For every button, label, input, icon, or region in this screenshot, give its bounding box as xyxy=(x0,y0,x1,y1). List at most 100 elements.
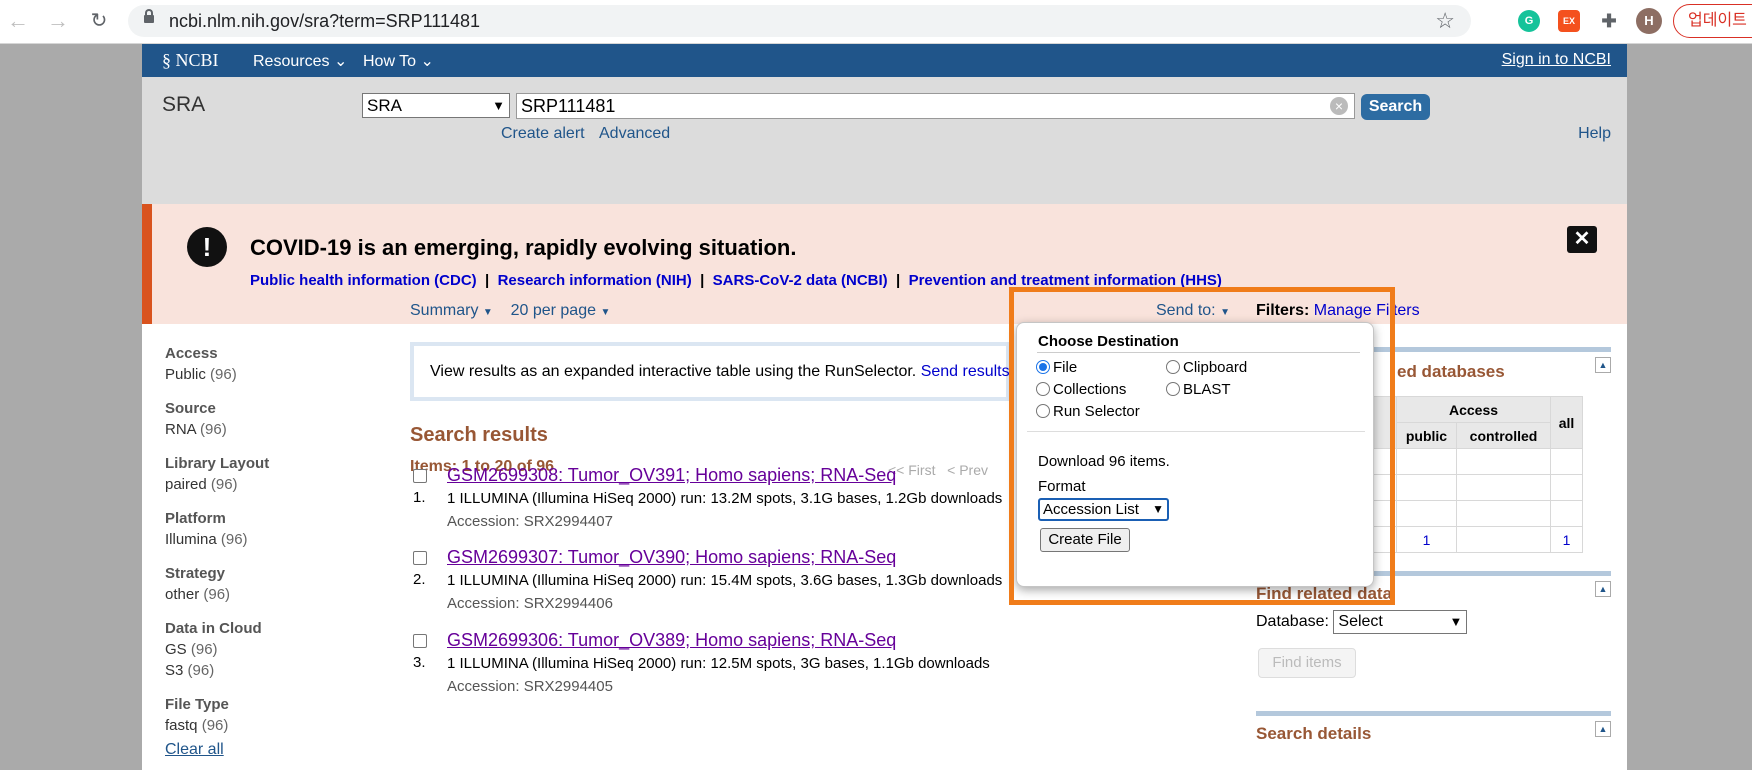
database-select-value: Select xyxy=(1338,613,1383,630)
send-results-link[interactable]: Send results xyxy=(921,363,1010,380)
signin-link[interactable]: Sign in to NCBI xyxy=(1502,51,1611,69)
howto-menu[interactable]: How To ⌄ xyxy=(363,51,434,71)
update-button[interactable]: 업데이트 xyxy=(1673,4,1752,38)
facet-value[interactable]: paired (96) xyxy=(165,474,345,495)
facet-strategy: Strategy other (96) xyxy=(165,564,345,605)
ncbi-logo[interactable]: § NCBI xyxy=(162,50,219,71)
database-select[interactable]: SRA ▼ xyxy=(362,93,510,118)
table-header-all: all xyxy=(1550,396,1583,449)
result-checkbox[interactable] xyxy=(413,469,427,483)
facet-value[interactable]: other (96) xyxy=(165,584,345,605)
database-label: Database: xyxy=(1256,613,1329,631)
result-description: 1 ILLUMINA (Illumina HiSeq 2000) run: 12… xyxy=(447,655,990,672)
ncbi-topbar: § NCBI Resources ⌄ How To ⌄ Sign in to N… xyxy=(142,44,1627,77)
facet-value[interactable]: RNA (96) xyxy=(165,419,345,440)
clear-icon[interactable]: × xyxy=(1330,97,1348,115)
result-title-link[interactable]: GSM2699306: Tumor_OV389; Homo sapiens; R… xyxy=(447,630,896,651)
forward-icon[interactable]: → xyxy=(46,9,70,33)
divider xyxy=(1256,711,1611,716)
facet-count: (96) xyxy=(220,531,248,548)
facet-title: Platform xyxy=(165,510,226,527)
result-accession: Accession: SRX2994407 xyxy=(447,513,613,530)
summary-menu[interactable]: Summary ▼ xyxy=(410,302,493,319)
result-number: 3. xyxy=(413,654,426,671)
dna-icon: § xyxy=(162,50,176,70)
facet-title: File Type xyxy=(165,696,229,713)
extension-ex-icon[interactable]: EX xyxy=(1558,10,1580,32)
facet-count: (96) xyxy=(210,366,237,383)
collapse-icon[interactable]: ▲ xyxy=(1595,581,1611,597)
database-select-value: SRA xyxy=(367,96,402,115)
facet-count: (96) xyxy=(200,421,227,438)
table-header-public: public xyxy=(1396,422,1457,449)
result-checkbox[interactable] xyxy=(413,634,427,648)
logo-text: NCBI xyxy=(175,50,219,70)
advanced-link[interactable]: Advanced xyxy=(599,125,670,143)
public-count-link[interactable]: 1 xyxy=(1423,532,1431,548)
per-page-label: 20 per page xyxy=(510,302,596,319)
search-details-title: Search details xyxy=(1256,724,1372,743)
search-bar: SRA SRA ▼ SRP111481 × Search Create alert … xyxy=(142,77,1627,204)
facet-value[interactable]: fastq (96) xyxy=(165,715,345,736)
resources-label: Resources xyxy=(253,53,330,70)
nih-link[interactable]: Research information (NIH) xyxy=(498,272,692,289)
help-link[interactable]: Help xyxy=(1578,125,1611,143)
runselector-banner: View results as an expanded interactive … xyxy=(410,342,1010,401)
facet-value[interactable]: Illumina (96) xyxy=(165,529,345,550)
browser-toolbar: ← → ↻ ncbi.nlm.nih.gov/sra?term=SRP11148… xyxy=(0,0,1752,44)
facet-sidebar: Access Public (96) Source RNA (96) Library… xyxy=(165,344,345,750)
result-title-link[interactable]: GSM2699307: Tumor_OV390; Homo sapiens; R… xyxy=(447,547,896,568)
facet-value-label: Public xyxy=(165,366,206,383)
result-description: 1 ILLUMINA (Illumina HiSeq 2000) run: 13… xyxy=(447,490,1003,507)
back-icon[interactable]: ← xyxy=(6,9,30,33)
resources-menu[interactable]: Resources ⌄ xyxy=(253,51,347,71)
grammarly-icon[interactable]: G xyxy=(1518,10,1540,32)
alert-heading: COVID-19 is an emerging, rapidly evolvin… xyxy=(250,235,797,260)
howto-label: How To xyxy=(363,53,417,70)
prev-page-link[interactable]: < Prev xyxy=(947,462,988,478)
facet-value-label: Illumina xyxy=(165,531,217,548)
result-description: 1 ILLUMINA (Illumina HiSeq 2000) run: 15… xyxy=(447,572,1003,589)
collapse-icon[interactable]: ▲ xyxy=(1595,357,1611,373)
facet-value[interactable]: Public (96) xyxy=(165,364,345,385)
reload-icon[interactable]: ↻ xyxy=(87,9,111,33)
ncbi-sars-link[interactable]: SARS-CoV-2 data (NCBI) xyxy=(713,272,888,289)
extensions-puzzle-icon[interactable]: ✚ xyxy=(1598,10,1620,32)
create-alert-link[interactable]: Create alert xyxy=(501,125,585,143)
separator: | xyxy=(700,272,705,289)
address-bar[interactable]: ncbi.nlm.nih.gov/sra?term=SRP111481 ☆ xyxy=(128,5,1471,37)
profile-avatar[interactable]: H xyxy=(1636,8,1662,34)
search-button[interactable]: Search xyxy=(1361,94,1430,120)
facet-value[interactable]: S3 (96) xyxy=(165,660,345,681)
facet-value-label: RNA xyxy=(165,421,196,438)
find-items-button[interactable]: Find items xyxy=(1258,648,1356,678)
facet-count: (96) xyxy=(187,662,215,679)
separator: | xyxy=(896,272,901,289)
search-input[interactable]: SRP111481 × xyxy=(516,93,1355,119)
facet-source: Source RNA (96) xyxy=(165,399,345,440)
per-page-menu[interactable]: 20 per page ▼ xyxy=(511,302,611,319)
facet-value-label: GS xyxy=(165,641,187,658)
chevron-down-icon: ⌄ xyxy=(420,53,434,70)
clear-all-link[interactable]: Clear all xyxy=(165,741,224,759)
related-databases-title: ed databases xyxy=(1397,362,1505,381)
facet-value-label: fastq xyxy=(165,717,198,734)
cdc-link[interactable]: Public health information (CDC) xyxy=(250,272,477,289)
related-database-select[interactable]: Select ▼ xyxy=(1333,610,1468,634)
facet-count: (96) xyxy=(203,586,231,603)
result-title-link[interactable]: GSM2699308: Tumor_OV391; Homo sapiens; R… xyxy=(447,465,896,486)
bookmark-star-icon[interactable]: ☆ xyxy=(1435,8,1455,34)
result-checkbox[interactable] xyxy=(413,551,427,565)
collapse-icon[interactable]: ▲ xyxy=(1595,721,1611,737)
result-accession: Accession: SRX2994405 xyxy=(447,678,613,695)
caret-down-icon: ▼ xyxy=(600,307,611,318)
all-count-link[interactable]: 1 xyxy=(1563,532,1571,548)
chevron-down-icon: ▼ xyxy=(492,98,505,113)
summary-label: Summary xyxy=(410,302,479,319)
facet-count: (96) xyxy=(210,476,238,493)
facet-title: Strategy xyxy=(165,565,226,582)
facet-count: (96) xyxy=(201,717,229,734)
result-number: 1. xyxy=(413,489,426,506)
close-icon[interactable]: ✕ xyxy=(1567,226,1597,253)
facet-value[interactable]: GS (96) xyxy=(165,639,345,660)
